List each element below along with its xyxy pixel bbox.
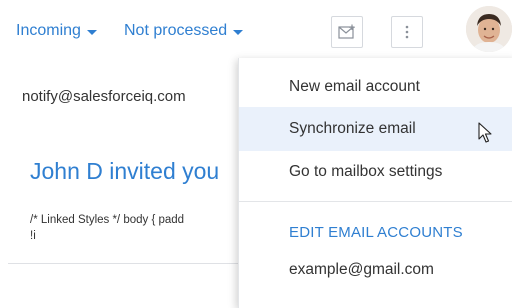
email-body-line: /* Linked Styles */ body { padd: [30, 214, 185, 226]
avatar[interactable]: [466, 6, 512, 52]
email-subject[interactable]: John D invited you: [30, 158, 219, 185]
status-filter-dropdown[interactable]: Not processed: [124, 22, 244, 40]
folder-filter-dropdown[interactable]: Incoming: [16, 22, 97, 40]
new-email-icon: [338, 24, 355, 39]
mouse-pointer-icon: [478, 122, 492, 143]
divider: [8, 263, 238, 264]
email-body-line: !i: [30, 230, 36, 242]
menu-item-new-email-account[interactable]: New email account: [239, 65, 512, 109]
folder-filter-label: Incoming: [16, 22, 81, 39]
more-vertical-icon: [405, 25, 409, 39]
new-email-button[interactable]: [331, 16, 363, 48]
menu-item-mailbox-settings[interactable]: Go to mailbox settings: [239, 150, 512, 194]
more-actions-menu: New email account Synchronize email Go t…: [238, 58, 512, 308]
menu-item-email-account[interactable]: example@gmail.com: [239, 248, 512, 292]
chevron-down-icon: [233, 29, 244, 35]
menu-item-synchronize-email[interactable]: Synchronize email: [239, 107, 512, 151]
menu-divider: [239, 201, 512, 202]
more-actions-button[interactable]: [391, 16, 423, 48]
email-sender: notify@salesforceiq.com: [22, 88, 186, 105]
email-body-preview: /* Linked Styles */ body { padd !i: [30, 212, 184, 244]
status-filter-label: Not processed: [124, 22, 228, 39]
chevron-down-icon: [86, 29, 97, 35]
user-photo-icon: [466, 6, 512, 52]
menu-section-header: EDIT EMAIL ACCOUNTS: [289, 224, 463, 241]
